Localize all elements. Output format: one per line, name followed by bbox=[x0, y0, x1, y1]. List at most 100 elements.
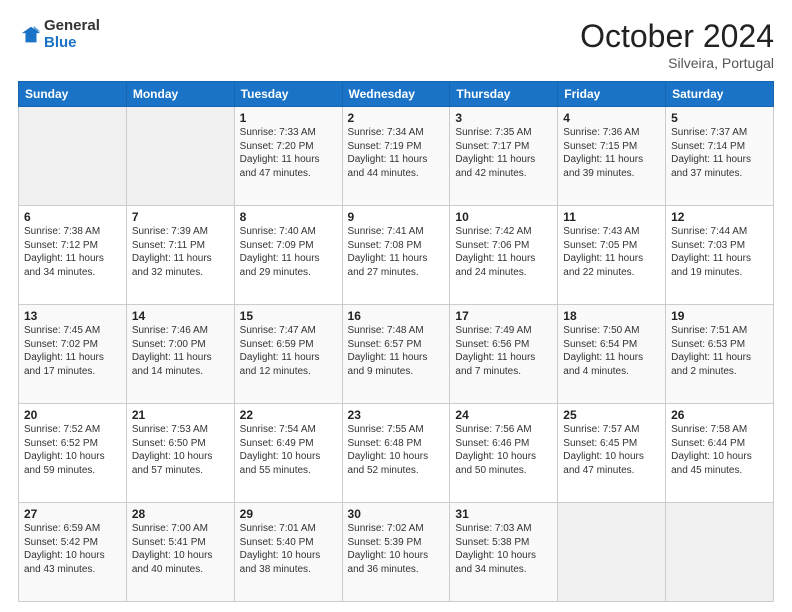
calendar-cell: 7 Sunrise: 7:39 AMSunset: 7:11 PMDayligh… bbox=[126, 206, 234, 305]
day-info: Sunrise: 7:40 AMSunset: 7:09 PMDaylight:… bbox=[240, 225, 337, 279]
calendar-cell bbox=[126, 107, 234, 206]
logo-text: General Blue bbox=[44, 18, 100, 51]
day-info: Sunrise: 7:47 AMSunset: 6:59 PMDaylight:… bbox=[240, 324, 337, 378]
day-number: 3 bbox=[455, 111, 552, 125]
day-number: 22 bbox=[240, 408, 337, 422]
day-info: Sunrise: 7:03 AMSunset: 5:38 PMDaylight:… bbox=[455, 522, 552, 576]
day-number: 15 bbox=[240, 309, 337, 323]
day-info: Sunrise: 7:00 AMSunset: 5:41 PMDaylight:… bbox=[132, 522, 229, 576]
day-number: 23 bbox=[348, 408, 445, 422]
calendar-cell: 19 Sunrise: 7:51 AMSunset: 6:53 PMDaylig… bbox=[666, 305, 774, 404]
day-number: 19 bbox=[671, 309, 768, 323]
day-info: Sunrise: 7:39 AMSunset: 7:11 PMDaylight:… bbox=[132, 225, 229, 279]
day-info: Sunrise: 7:49 AMSunset: 6:56 PMDaylight:… bbox=[455, 324, 552, 378]
day-number: 2 bbox=[348, 111, 445, 125]
day-number: 1 bbox=[240, 111, 337, 125]
logo-general: General bbox=[44, 18, 100, 35]
day-number: 29 bbox=[240, 507, 337, 521]
day-number: 25 bbox=[563, 408, 660, 422]
day-info: Sunrise: 7:52 AMSunset: 6:52 PMDaylight:… bbox=[24, 423, 121, 477]
day-number: 24 bbox=[455, 408, 552, 422]
day-number: 12 bbox=[671, 210, 768, 224]
day-number: 26 bbox=[671, 408, 768, 422]
day-number: 17 bbox=[455, 309, 552, 323]
day-number: 7 bbox=[132, 210, 229, 224]
day-number: 5 bbox=[671, 111, 768, 125]
location: Silveira, Portugal bbox=[580, 55, 774, 71]
calendar-cell: 28 Sunrise: 7:00 AMSunset: 5:41 PMDaylig… bbox=[126, 503, 234, 602]
day-info: Sunrise: 6:59 AMSunset: 5:42 PMDaylight:… bbox=[24, 522, 121, 576]
day-number: 10 bbox=[455, 210, 552, 224]
col-saturday: Saturday bbox=[666, 82, 774, 107]
col-sunday: Sunday bbox=[19, 82, 127, 107]
calendar-cell: 13 Sunrise: 7:45 AMSunset: 7:02 PMDaylig… bbox=[19, 305, 127, 404]
calendar-cell: 30 Sunrise: 7:02 AMSunset: 5:39 PMDaylig… bbox=[342, 503, 450, 602]
calendar-cell: 20 Sunrise: 7:52 AMSunset: 6:52 PMDaylig… bbox=[19, 404, 127, 503]
day-info: Sunrise: 7:55 AMSunset: 6:48 PMDaylight:… bbox=[348, 423, 445, 477]
day-info: Sunrise: 7:53 AMSunset: 6:50 PMDaylight:… bbox=[132, 423, 229, 477]
calendar-cell: 11 Sunrise: 7:43 AMSunset: 7:05 PMDaylig… bbox=[558, 206, 666, 305]
calendar-cell: 6 Sunrise: 7:38 AMSunset: 7:12 PMDayligh… bbox=[19, 206, 127, 305]
day-info: Sunrise: 7:38 AMSunset: 7:12 PMDaylight:… bbox=[24, 225, 121, 279]
day-info: Sunrise: 7:48 AMSunset: 6:57 PMDaylight:… bbox=[348, 324, 445, 378]
day-info: Sunrise: 7:44 AMSunset: 7:03 PMDaylight:… bbox=[671, 225, 768, 279]
calendar-cell: 17 Sunrise: 7:49 AMSunset: 6:56 PMDaylig… bbox=[450, 305, 558, 404]
calendar-cell: 21 Sunrise: 7:53 AMSunset: 6:50 PMDaylig… bbox=[126, 404, 234, 503]
calendar-cell: 1 Sunrise: 7:33 AMSunset: 7:20 PMDayligh… bbox=[234, 107, 342, 206]
day-number: 4 bbox=[563, 111, 660, 125]
day-number: 8 bbox=[240, 210, 337, 224]
day-info: Sunrise: 7:57 AMSunset: 6:45 PMDaylight:… bbox=[563, 423, 660, 477]
col-monday: Monday bbox=[126, 82, 234, 107]
calendar-cell: 29 Sunrise: 7:01 AMSunset: 5:40 PMDaylig… bbox=[234, 503, 342, 602]
calendar-body: 1 Sunrise: 7:33 AMSunset: 7:20 PMDayligh… bbox=[19, 107, 774, 602]
calendar-cell: 22 Sunrise: 7:54 AMSunset: 6:49 PMDaylig… bbox=[234, 404, 342, 503]
calendar-cell: 9 Sunrise: 7:41 AMSunset: 7:08 PMDayligh… bbox=[342, 206, 450, 305]
day-number: 21 bbox=[132, 408, 229, 422]
page-header: General Blue October 2024 Silveira, Port… bbox=[18, 18, 774, 71]
day-info: Sunrise: 7:58 AMSunset: 6:44 PMDaylight:… bbox=[671, 423, 768, 477]
header-row: Sunday Monday Tuesday Wednesday Thursday… bbox=[19, 82, 774, 107]
calendar-cell: 14 Sunrise: 7:46 AMSunset: 7:00 PMDaylig… bbox=[126, 305, 234, 404]
logo: General Blue bbox=[18, 18, 100, 51]
calendar-cell: 10 Sunrise: 7:42 AMSunset: 7:06 PMDaylig… bbox=[450, 206, 558, 305]
day-info: Sunrise: 7:36 AMSunset: 7:15 PMDaylight:… bbox=[563, 126, 660, 180]
day-info: Sunrise: 7:34 AMSunset: 7:19 PMDaylight:… bbox=[348, 126, 445, 180]
calendar-cell bbox=[558, 503, 666, 602]
day-info: Sunrise: 7:33 AMSunset: 7:20 PMDaylight:… bbox=[240, 126, 337, 180]
day-number: 9 bbox=[348, 210, 445, 224]
title-block: October 2024 Silveira, Portugal bbox=[580, 18, 774, 71]
day-number: 18 bbox=[563, 309, 660, 323]
calendar-cell: 12 Sunrise: 7:44 AMSunset: 7:03 PMDaylig… bbox=[666, 206, 774, 305]
day-info: Sunrise: 7:41 AMSunset: 7:08 PMDaylight:… bbox=[348, 225, 445, 279]
calendar-cell: 24 Sunrise: 7:56 AMSunset: 6:46 PMDaylig… bbox=[450, 404, 558, 503]
calendar-header: Sunday Monday Tuesday Wednesday Thursday… bbox=[19, 82, 774, 107]
logo-blue: Blue bbox=[44, 35, 100, 52]
day-info: Sunrise: 7:42 AMSunset: 7:06 PMDaylight:… bbox=[455, 225, 552, 279]
calendar-table: Sunday Monday Tuesday Wednesday Thursday… bbox=[18, 81, 774, 602]
calendar-cell bbox=[19, 107, 127, 206]
calendar-cell: 26 Sunrise: 7:58 AMSunset: 6:44 PMDaylig… bbox=[666, 404, 774, 503]
day-info: Sunrise: 7:01 AMSunset: 5:40 PMDaylight:… bbox=[240, 522, 337, 576]
calendar-week-1: 1 Sunrise: 7:33 AMSunset: 7:20 PMDayligh… bbox=[19, 107, 774, 206]
day-info: Sunrise: 7:56 AMSunset: 6:46 PMDaylight:… bbox=[455, 423, 552, 477]
day-number: 11 bbox=[563, 210, 660, 224]
day-info: Sunrise: 7:45 AMSunset: 7:02 PMDaylight:… bbox=[24, 324, 121, 378]
calendar-cell: 31 Sunrise: 7:03 AMSunset: 5:38 PMDaylig… bbox=[450, 503, 558, 602]
calendar-cell: 15 Sunrise: 7:47 AMSunset: 6:59 PMDaylig… bbox=[234, 305, 342, 404]
calendar-week-5: 27 Sunrise: 6:59 AMSunset: 5:42 PMDaylig… bbox=[19, 503, 774, 602]
day-number: 31 bbox=[455, 507, 552, 521]
calendar-cell: 27 Sunrise: 6:59 AMSunset: 5:42 PMDaylig… bbox=[19, 503, 127, 602]
col-thursday: Thursday bbox=[450, 82, 558, 107]
day-info: Sunrise: 7:37 AMSunset: 7:14 PMDaylight:… bbox=[671, 126, 768, 180]
day-number: 28 bbox=[132, 507, 229, 521]
day-info: Sunrise: 7:35 AMSunset: 7:17 PMDaylight:… bbox=[455, 126, 552, 180]
calendar-cell: 25 Sunrise: 7:57 AMSunset: 6:45 PMDaylig… bbox=[558, 404, 666, 503]
calendar-cell: 5 Sunrise: 7:37 AMSunset: 7:14 PMDayligh… bbox=[666, 107, 774, 206]
calendar-cell: 18 Sunrise: 7:50 AMSunset: 6:54 PMDaylig… bbox=[558, 305, 666, 404]
col-tuesday: Tuesday bbox=[234, 82, 342, 107]
day-info: Sunrise: 7:54 AMSunset: 6:49 PMDaylight:… bbox=[240, 423, 337, 477]
day-number: 20 bbox=[24, 408, 121, 422]
calendar-cell: 4 Sunrise: 7:36 AMSunset: 7:15 PMDayligh… bbox=[558, 107, 666, 206]
day-number: 13 bbox=[24, 309, 121, 323]
col-friday: Friday bbox=[558, 82, 666, 107]
